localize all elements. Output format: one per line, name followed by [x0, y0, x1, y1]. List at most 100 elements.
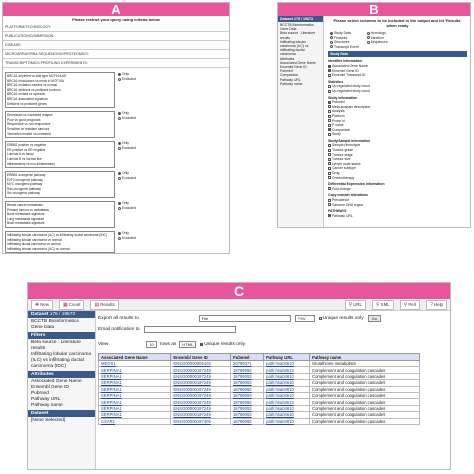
attribute-checkbox[interactable] [328, 119, 331, 123]
filter-mode-radio[interactable] [118, 116, 121, 120]
second-dataset-header[interactable]: Dataset [28, 410, 95, 417]
xml-button[interactable]: ⚲ XML [372, 299, 394, 310]
table-cell-link[interactable]: path:hsa04610 [263, 417, 311, 425]
export-format-select[interactable]: TSV [294, 315, 315, 322]
attribute-item[interactable]: Pathway URL [328, 214, 467, 219]
attribute-page-radio[interactable] [330, 45, 333, 49]
filters-header[interactable]: Filters [28, 332, 95, 339]
filter-mode-option[interactable]: Excluded [118, 146, 136, 151]
new-button[interactable]: ✚ New [31, 299, 53, 310]
attribute-checkbox[interactable] [328, 84, 331, 88]
attribute-checkbox[interactable] [328, 105, 331, 109]
filter-listbox[interactable]: ERBB2 oncogenic pathway E2F3 oncogenic pa… [5, 171, 115, 199]
filter-mode-option[interactable]: Excluded [118, 77, 136, 82]
email-input[interactable] [143, 326, 236, 333]
filter-mode-radio[interactable] [118, 231, 121, 235]
attribute-checkbox[interactable] [328, 132, 331, 136]
study-data-section-header[interactable]: Study Data [328, 51, 467, 58]
filter-mode-option[interactable]: Excluded [118, 206, 136, 211]
attribute-item[interactable]: Chemotherapy [328, 176, 467, 181]
filter-mode-radio[interactable] [118, 111, 121, 115]
filter-mode-radio[interactable] [118, 201, 121, 205]
column-header[interactable]: Ensembl Gene ID [170, 353, 231, 361]
attribute-checkbox[interactable] [328, 100, 331, 104]
listbox-option[interactable]: Src oncogenic pathway [7, 191, 113, 196]
attribute-page-radio[interactable] [366, 40, 370, 44]
attribute-checkbox[interactable] [328, 162, 331, 166]
attribute-checkbox[interactable] [328, 148, 331, 152]
attribute-page-option[interactable]: Transcript Event [330, 45, 359, 50]
filter-mode-radio[interactable] [118, 236, 121, 240]
filter-mode-radio[interactable] [118, 176, 121, 180]
attribute-checkbox[interactable] [328, 157, 331, 161]
attribute-page-radio[interactable] [330, 31, 333, 35]
table-cell-link[interactable]: 18789093 [229, 417, 265, 425]
attribute-checkbox[interactable] [328, 203, 331, 207]
attribute-item[interactable]: Ensembl Transcript ID [328, 73, 467, 78]
filter-field-row[interactable]: PUBLICATION/COMMISSION: [3, 32, 229, 41]
filter-field-row[interactable]: PLATFORM/TECHNOLOGY: [3, 23, 229, 32]
attribute-item[interactable]: Genome DNA region [328, 203, 467, 208]
filter-mode-radio[interactable] [118, 141, 121, 145]
filter-listbox[interactable]: ERBB2 positive vs negative ER positive vs… [5, 141, 115, 169]
attribute-checkbox[interactable] [328, 198, 331, 202]
attribute-page-option[interactable]: Sequences [366, 40, 388, 45]
listbox-option[interactable]: Infiltrating lobular carcinoma (ILC) vs … [7, 233, 113, 238]
filter-mode-radio[interactable] [118, 77, 121, 81]
table-cell-link[interactable]: ENSG00000197405 [170, 417, 231, 425]
results-button[interactable]: ▤ Results [90, 299, 119, 310]
attribute-item[interactable]: Fold change [328, 187, 467, 192]
attribute-item[interactable]: Study [328, 132, 467, 137]
filter-mode-option[interactable]: Excluded [118, 236, 136, 241]
listbox-option[interactable]: Tamoxifen treated vs untreated [7, 132, 113, 137]
attribute-checkbox[interactable] [328, 214, 331, 218]
count-button[interactable]: ▦ Count [59, 299, 85, 310]
filter-mode-radio[interactable] [118, 72, 121, 76]
view-format-select[interactable]: HTML [179, 341, 197, 348]
attribute-checkbox[interactable] [328, 144, 331, 148]
go-button[interactable]: Go [367, 315, 381, 322]
column-header[interactable]: Pubmed [229, 353, 265, 361]
attribute-checkbox[interactable] [328, 89, 331, 93]
attribute-checkbox[interactable] [328, 123, 331, 127]
attribute-page-radio[interactable] [366, 36, 370, 40]
attribute-checkbox[interactable] [328, 176, 331, 180]
attribute-checkbox[interactable] [328, 187, 331, 191]
attribute-checkbox[interactable] [328, 171, 331, 175]
column-header[interactable]: Pathway name [309, 353, 420, 361]
attribute-checkbox[interactable] [328, 109, 331, 113]
listbox-option[interactable]: Inflammatory vs non-inflammatory [7, 162, 113, 167]
unique-results-checkbox[interactable] [318, 317, 322, 320]
dataset-header[interactable]: Dataset 175 / 19673 [28, 311, 95, 318]
attribute-page-radio[interactable] [330, 40, 333, 44]
attribute-checkbox[interactable] [328, 128, 331, 132]
attribute-checkbox[interactable] [328, 64, 331, 68]
listbox-option[interactable]: Brain metastasis signature [7, 221, 113, 226]
column-header[interactable]: Associated Gene Name [97, 353, 172, 361]
attribute-item[interactable]: Up-regulated study count [328, 89, 467, 94]
filter-mode-radio[interactable] [118, 146, 121, 150]
filter-field-row[interactable]: MICROARRAY/RNA SEQUENCING/PROTEOMICS: [3, 50, 229, 59]
filter-mode-radio[interactable] [118, 206, 121, 210]
export-destination-select[interactable]: File [198, 315, 291, 322]
perl-button[interactable]: ⚲ Perl [399, 299, 421, 310]
filter-mode-radio[interactable] [118, 171, 121, 175]
listbox-option[interactable]: Infiltrating lobular carcinoma (ILC) vs … [7, 247, 113, 252]
attribute-checkbox[interactable] [328, 69, 331, 73]
table-cell-link[interactable]: CSAR1 [97, 417, 172, 425]
attribute-checkbox[interactable] [328, 167, 331, 171]
filter-field-row[interactable]: TRANSCRIPTOMICS PROFILING EXPERIMENTS: [3, 59, 229, 68]
listbox-option[interactable]: Deficient vs proficient genes [7, 102, 113, 107]
filter-listbox[interactable]: Infiltrating lobular carcinoma (ILC) vs … [5, 231, 115, 253]
help-button[interactable]: ? Help [426, 299, 447, 310]
attributes-header[interactable]: Attributes [28, 371, 95, 378]
filter-mode-option[interactable]: Excluded [118, 116, 136, 121]
url-button[interactable]: ⚲ URL [344, 299, 366, 310]
filter-listbox[interactable]: BRCA1 depleted vs wild type MCF10A 6D BRC… [5, 72, 115, 109]
view-rows-select[interactable]: 10 [146, 341, 157, 348]
filter-mode-option[interactable]: Excluded [118, 176, 136, 181]
attribute-page-radio[interactable] [366, 31, 370, 35]
attribute-checkbox[interactable] [328, 73, 331, 77]
filter-listbox[interactable]: Decreased vs increased relapse Poor vs go… [5, 111, 115, 139]
filter-field-row[interactable]: DISEASE: [3, 41, 229, 50]
